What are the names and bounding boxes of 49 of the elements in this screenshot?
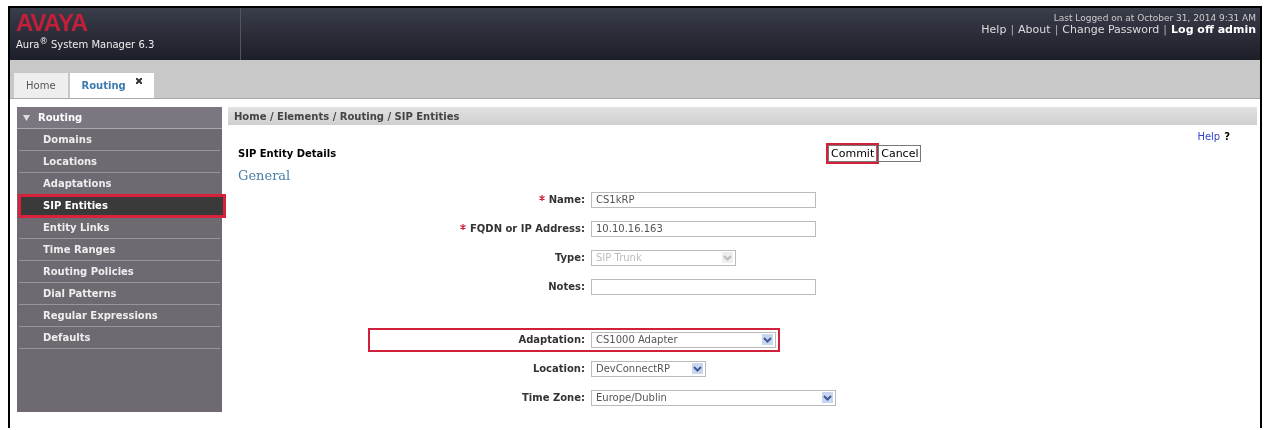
field-label: Type: <box>553 252 586 263</box>
close-icon[interactable] <box>135 78 142 84</box>
field-label: Time Zone: <box>521 392 586 403</box>
dropdown-arrow-icon[interactable] <box>822 392 833 403</box>
header-link[interactable]: Change Password <box>1062 23 1160 36</box>
separator: | <box>1010 23 1015 36</box>
dropdown-arrow-icon[interactable] <box>762 334 773 345</box>
separator: | <box>1163 23 1168 36</box>
header-link[interactable]: About <box>1018 23 1051 36</box>
tab[interactable]: Routing <box>69 73 154 98</box>
sidebar-item[interactable]: Routing Policies <box>19 261 220 283</box>
field-label: Location: <box>531 363 586 374</box>
sidebar-item[interactable]: Domains <box>19 129 220 151</box>
breadcrumb: Home / Elements / Routing / SIP Entities <box>234 110 460 122</box>
sidebar-item[interactable]: Time Ranges <box>19 239 220 261</box>
sidebar-item[interactable]: SIP Entities <box>19 195 225 217</box>
field-label: Adaptation: <box>517 334 586 345</box>
sidebar-item[interactable]: Defaults <box>19 327 220 349</box>
last-login-text: Last Logged on at October 31, 2014 9:31 AM <box>1053 13 1256 23</box>
header-link[interactable]: Help <box>981 23 1007 36</box>
required-icon <box>538 195 545 201</box>
form-button[interactable]: Commit <box>828 145 878 162</box>
header-link[interactable]: Log off admin <box>1171 23 1256 36</box>
sidebar-item[interactable]: Locations <box>19 151 220 173</box>
help-icon[interactable]: ? <box>1224 131 1230 145</box>
dropdown-arrow-icon[interactable] <box>692 363 703 374</box>
sidebar-item[interactable]: Entity Links <box>19 217 220 239</box>
dropdown[interactable]: DevConnectRP <box>591 360 706 377</box>
field-label: FQDN or IP Address: <box>372 223 591 234</box>
text-field[interactable]: CS1kRP <box>591 191 816 208</box>
form-button[interactable]: Cancel <box>878 145 922 162</box>
group-title: General <box>237 167 292 183</box>
section-title: SIP Entity Details <box>238 148 338 159</box>
dropdown[interactable]: Europe/Dublin <box>591 389 836 406</box>
field-label: Name: <box>372 194 591 205</box>
triangle-icon <box>23 114 30 121</box>
dropdown[interactable]: CS1000 Adapter <box>591 331 776 348</box>
sidebar-item[interactable]: Dial Patterns <box>19 283 220 305</box>
product-name: Aura$^{®}$ System Manager 6.3 <box>16 36 155 51</box>
logo: AVAYA <box>16 10 88 36</box>
sidebar-header[interactable]: Routing <box>17 107 222 129</box>
help-link[interactable]: Help <box>1197 131 1221 145</box>
sidebar-item[interactable]: Regular Expressions <box>19 305 220 327</box>
text-field[interactable]: 10.10.16.163 <box>591 220 816 237</box>
field-label: Notes: <box>547 281 586 292</box>
tab[interactable]: Home <box>14 73 68 98</box>
text-field[interactable] <box>591 278 816 295</box>
separator: | <box>1054 23 1059 36</box>
required-icon <box>460 224 466 230</box>
